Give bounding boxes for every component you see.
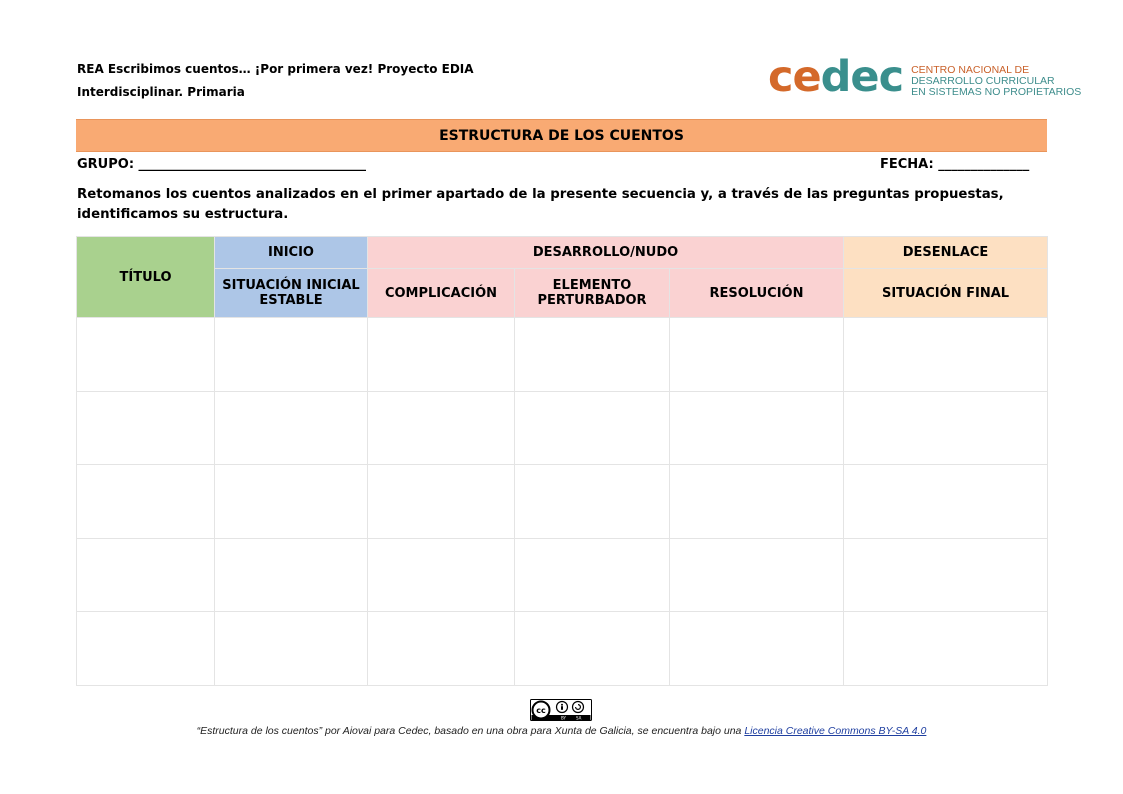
table-cell[interactable] [668, 317, 845, 392]
cedec-logo-text: CENTRO NACIONAL DE DESARROLLO CURRICULAR… [911, 65, 1081, 98]
section-banner: ESTRUCTURA DE LOS CUENTOS [76, 119, 1047, 152]
table-cell[interactable] [214, 317, 368, 392]
svg-text:cc: cc [536, 706, 546, 715]
table-cell[interactable] [367, 464, 515, 539]
table-cell[interactable] [76, 537, 215, 613]
cedec-logo-word: cedec [768, 56, 904, 99]
license-footer-text: “Estructura de los cuentos” por Aiovai p… [196, 725, 745, 737]
story-structure-table: TÍTULO INICIO DESARROLLO/NUDO DESENLACE … [76, 236, 1049, 686]
table-cell[interactable] [76, 464, 215, 539]
table-cell[interactable] [514, 317, 670, 392]
header-situacion-final: SITUACIÓN FINAL [843, 268, 1049, 318]
header-desenlace: DESENLACE [843, 236, 1049, 269]
table-cell[interactable] [367, 390, 515, 466]
logo-word-part1: ce [768, 52, 822, 102]
cc-license-icon: cc BY SA [530, 699, 592, 721]
header-elemento-perturbador: ELEMENTO PERTURBADOR [514, 268, 670, 318]
table-row [76, 611, 1049, 686]
table-row [76, 464, 1049, 539]
table-cell[interactable] [214, 390, 368, 466]
table-cell[interactable] [514, 537, 670, 613]
table-row [76, 317, 1049, 392]
table-row [76, 390, 1049, 466]
table-cell[interactable] [214, 464, 368, 539]
svg-text:SA: SA [576, 716, 582, 721]
header-titulo: TÍTULO [76, 236, 215, 318]
logo-text-line3: EN SISTEMAS NO PROPIETARIOS [911, 86, 1082, 98]
table-cell[interactable] [214, 611, 368, 686]
table-cell[interactable] [843, 611, 1049, 686]
table-cell[interactable] [367, 317, 515, 392]
table-cell[interactable] [367, 611, 515, 686]
table-cell[interactable] [76, 390, 215, 466]
table-cell[interactable] [514, 611, 670, 686]
fecha-field[interactable]: FECHA: ______________ [880, 157, 1029, 172]
cedec-logo: cedec CENTRO NACIONAL DE DESARROLLO CURR… [768, 56, 1081, 106]
table-cell[interactable] [843, 317, 1049, 392]
table-cell[interactable] [843, 537, 1049, 613]
table-cell[interactable] [514, 464, 670, 539]
table-cell[interactable] [668, 464, 845, 539]
intro-paragraph: Retomanos los cuentos analizados en el p… [77, 187, 1004, 222]
table-cell[interactable] [214, 537, 368, 613]
header-inicio: INICIO [214, 236, 368, 269]
table-cell[interactable] [668, 390, 845, 466]
cc-by-sa-badge[interactable]: cc BY SA [530, 699, 592, 725]
table-row [76, 537, 1049, 613]
table-cell[interactable] [514, 390, 670, 466]
table-cell[interactable] [367, 537, 515, 613]
license-footer: “Estructura de los cuentos” por Aiovai p… [0, 725, 1123, 737]
table-cell[interactable] [76, 611, 215, 686]
header-complicacion: COMPLICACIÓN [367, 268, 515, 318]
license-link[interactable]: Licencia Creative Commons BY-SA 4.0 [744, 725, 926, 737]
table-cell[interactable] [668, 611, 845, 686]
document-title-line: REA Escribimos cuentos… ¡Por primera vez… [77, 62, 474, 76]
header-resolucion: RESOLUCIÓN [668, 268, 845, 318]
table-cell[interactable] [76, 317, 215, 392]
logo-word-part2: dec [820, 52, 904, 102]
svg-text:BY: BY [561, 716, 567, 721]
header-situacion-inicial: SITUACIÓN INICIAL ESTABLE [214, 268, 368, 318]
table-cell[interactable] [843, 390, 1049, 466]
header-desarrollo: DESARROLLO/NUDO [366, 236, 845, 269]
table-cell[interactable] [843, 464, 1049, 539]
document-subtitle-line: Interdisciplinar. Primaria [77, 85, 245, 99]
grupo-field[interactable]: GRUPO: _________________________________… [77, 157, 366, 172]
table-cell[interactable] [668, 537, 845, 613]
